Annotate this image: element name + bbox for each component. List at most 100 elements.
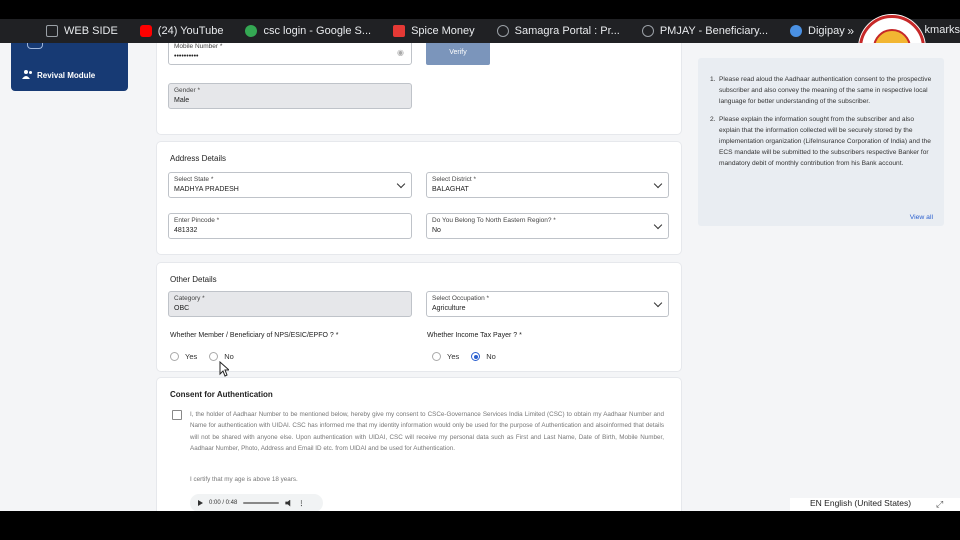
tax-question: Whether Income Tax Payer ? * bbox=[427, 332, 522, 339]
expand-icon[interactable]: ⤢ bbox=[936, 499, 943, 510]
audio-progress-bar[interactable] bbox=[243, 502, 280, 504]
users-icon bbox=[22, 70, 32, 79]
bookmark-label: csc login - Google S... bbox=[263, 25, 372, 37]
state-select[interactable]: Select State * MADHYA PRADESH bbox=[168, 172, 412, 198]
more-bookmarks-button[interactable]: » bbox=[847, 24, 854, 38]
gender-value: Male bbox=[174, 97, 190, 104]
language-indicator[interactable]: EN English (United States) bbox=[790, 498, 960, 511]
play-icon[interactable] bbox=[198, 500, 203, 506]
tax-yes-option[interactable]: Yes bbox=[432, 352, 459, 361]
bookmark-samagra[interactable]: Samagra Portal : Pr... bbox=[496, 25, 620, 37]
field-label: Select Occupation * bbox=[432, 295, 490, 302]
field-label: Category * bbox=[174, 295, 205, 302]
option-label: No bbox=[224, 352, 234, 361]
bookmark-web-side[interactable]: WEB SIDE bbox=[46, 25, 118, 37]
sidebar-item-revival-module[interactable]: Revival Module bbox=[11, 43, 128, 91]
mobile-number-field[interactable]: Mobile Number * •••••••••• ◉ bbox=[168, 43, 412, 65]
north-east-select[interactable]: Do You Belong To North Eastern Region? *… bbox=[426, 213, 669, 239]
personal-details-card: Mobile Number * •••••••••• ◉ Verify Gend… bbox=[157, 43, 681, 134]
nps-radio-group: Yes No bbox=[170, 352, 246, 361]
instructions-panel: 1. Please read aloud the Aadhaar authent… bbox=[698, 58, 944, 226]
consent-checkbox[interactable] bbox=[172, 410, 182, 420]
bookmark-label: (24) YouTube bbox=[157, 25, 224, 37]
bookmark-pmjay[interactable]: PMJAY - Beneficiary... bbox=[641, 25, 769, 37]
address-details-card: Address Details Select State * MADHYA PR… bbox=[157, 142, 681, 254]
north-east-value: No bbox=[432, 227, 441, 234]
pincode-field[interactable]: Enter Pincode * 481332 bbox=[168, 213, 412, 239]
gender-field: Gender * Male bbox=[168, 83, 412, 109]
chevron-down-icon bbox=[653, 298, 663, 308]
page-icon bbox=[46, 25, 58, 37]
option-label: No bbox=[486, 352, 496, 361]
tax-radio-group: Yes No bbox=[432, 352, 508, 361]
consent-text: I, the holder of Aadhaar Number to be me… bbox=[190, 411, 664, 453]
item-text: Please explain the information sought fr… bbox=[719, 115, 931, 168]
option-label: Yes bbox=[185, 352, 198, 361]
mouse-cursor-icon bbox=[219, 361, 229, 377]
instructions-list: 1. Please read aloud the Aadhaar authent… bbox=[710, 74, 936, 176]
occupation-value: Agriculture bbox=[432, 305, 466, 312]
section-title: Consent for Authentication bbox=[170, 390, 273, 399]
digipay-icon bbox=[790, 25, 803, 37]
tax-no-option[interactable]: No bbox=[471, 352, 496, 361]
field-label: Mobile Number * bbox=[174, 43, 223, 50]
globe-icon bbox=[641, 25, 654, 37]
chevron-down-icon bbox=[396, 179, 406, 189]
nps-no-option[interactable]: No bbox=[209, 352, 234, 361]
field-label: Gender * bbox=[174, 87, 201, 94]
page-content: Revival Module Mobile Number * •••••••••… bbox=[0, 43, 960, 511]
chevron-down-icon bbox=[653, 220, 663, 230]
bookmark-label: Samagra Portal : Pr... bbox=[514, 25, 620, 37]
spice-money-icon bbox=[393, 25, 406, 37]
field-label: Do You Belong To North Eastern Region? * bbox=[432, 217, 556, 224]
radio-button-selected[interactable] bbox=[471, 352, 481, 361]
globe-icon bbox=[496, 25, 509, 37]
district-select[interactable]: Select District * BALAGHAT bbox=[426, 172, 669, 198]
google-icon bbox=[245, 25, 258, 37]
volume-icon[interactable] bbox=[285, 499, 291, 507]
all-bookmarks-label[interactable]: kmarks bbox=[925, 24, 960, 36]
bookmark-label: WEB SIDE bbox=[64, 25, 118, 37]
radio-button[interactable] bbox=[432, 352, 441, 361]
radio-button[interactable] bbox=[209, 352, 219, 361]
instruction-item: 1. Please read aloud the Aadhaar authent… bbox=[710, 74, 936, 108]
section-title: Other Details bbox=[170, 275, 217, 284]
chevron-down-icon bbox=[653, 179, 663, 189]
state-value: MADHYA PRADESH bbox=[174, 186, 239, 193]
pincode-value: 481332 bbox=[174, 227, 198, 234]
instruction-item: 2. Please explain the information sought… bbox=[710, 114, 936, 170]
eye-icon[interactable]: ◉ bbox=[397, 48, 404, 57]
field-label: Select State * bbox=[174, 176, 214, 183]
section-title: Address Details bbox=[170, 154, 227, 163]
bookmark-youtube[interactable]: (24) YouTube bbox=[139, 25, 224, 37]
youtube-icon bbox=[139, 25, 152, 37]
category-field: Category * OBC bbox=[168, 291, 412, 317]
sidebar-item-label: Revival Module bbox=[37, 71, 96, 80]
option-label: Yes bbox=[447, 352, 460, 361]
bookmark-digipay[interactable]: Digipay bbox=[790, 25, 845, 37]
item-text: Please read aloud the Aadhaar authentica… bbox=[719, 76, 932, 106]
field-label: Enter Pincode * bbox=[174, 217, 220, 224]
view-all-link[interactable]: View all bbox=[910, 214, 933, 221]
audio-player[interactable]: 0:00 / 0:48 ⋮ bbox=[190, 494, 323, 511]
bookmark-csc-login[interactable]: csc login - Google S... bbox=[245, 25, 371, 37]
nps-yes-option[interactable]: Yes bbox=[170, 352, 197, 361]
bookmarks-bar: WEB SIDE (24) YouTube csc login - Google… bbox=[0, 19, 960, 43]
field-label: Select District * bbox=[432, 176, 477, 183]
bookmark-spice-money[interactable]: Spice Money bbox=[393, 25, 475, 37]
more-options-icon[interactable]: ⋮ bbox=[298, 500, 304, 507]
age-certify-text: I certify that my age is above 18 years. bbox=[190, 476, 298, 483]
bookmark-label: Digipay bbox=[808, 25, 845, 37]
mobile-number-value: •••••••••• bbox=[174, 53, 199, 60]
consent-card: Consent for Authentication I, the holder… bbox=[157, 378, 681, 511]
other-details-card: Other Details Category * OBC Select Occu… bbox=[157, 263, 681, 371]
item-number: 2. bbox=[710, 115, 716, 123]
item-number: 1. bbox=[710, 76, 716, 83]
radio-button[interactable] bbox=[170, 352, 179, 361]
module-top-icon bbox=[27, 43, 43, 49]
occupation-select[interactable]: Select Occupation * Agriculture bbox=[426, 291, 669, 317]
verify-button[interactable]: Verify bbox=[426, 43, 490, 65]
bookmark-label: PMJAY - Beneficiary... bbox=[659, 25, 769, 37]
district-value: BALAGHAT bbox=[432, 186, 469, 193]
nps-question: Whether Member / Beneficiary of NPS/ESIC… bbox=[170, 332, 339, 339]
